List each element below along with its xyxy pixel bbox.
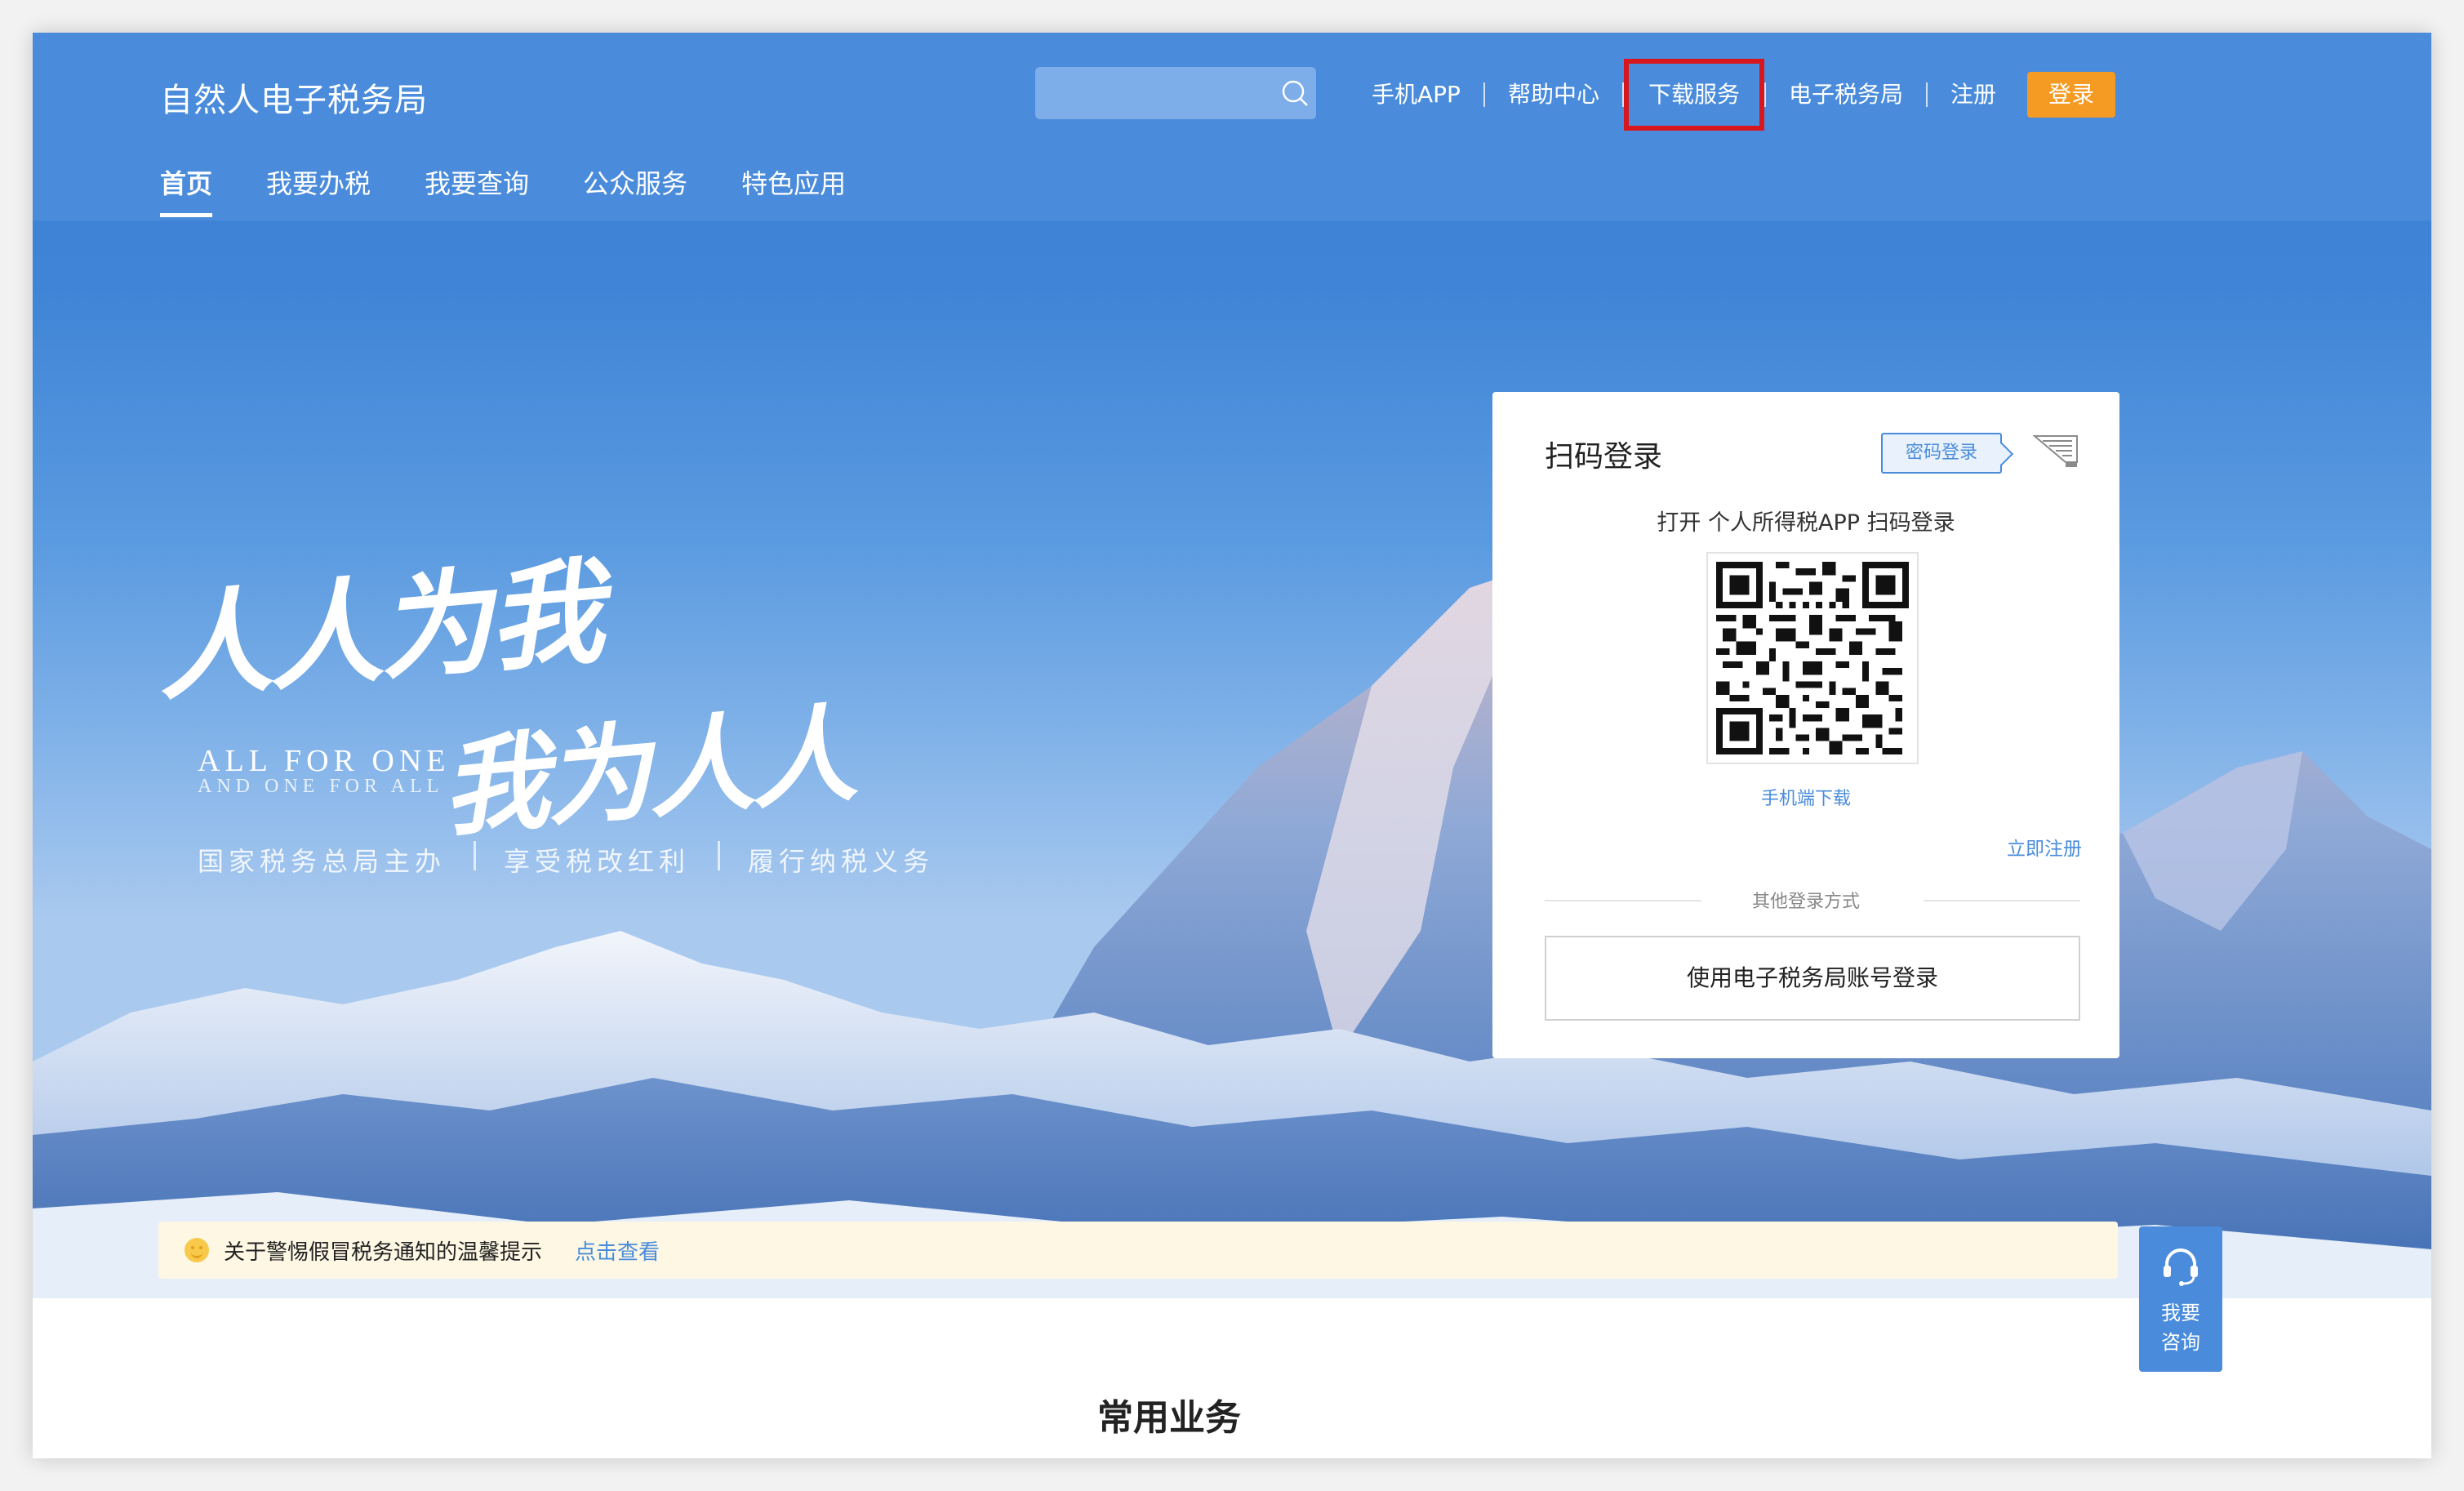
link-help-center[interactable]: 帮助中心 xyxy=(1485,69,1622,121)
divider xyxy=(718,841,721,870)
login-card: 扫码登录 密码登录 打开 个人所得税APP 扫码登录 手机端下载 立即注册 其他… xyxy=(1492,392,2119,1058)
slogan-sub-item: 享受税改红利 xyxy=(504,846,691,877)
browser-page: 人人为我 我为人人 ALL FOR ONE AND ONE FOR ALL 国家… xyxy=(33,33,2431,1458)
register-now-link[interactable]: 立即注册 xyxy=(2007,833,2082,861)
main-nav: 首页 我要办税 我要查询 公众服务 特色应用 xyxy=(160,163,900,217)
consult-label-line1: 我要 xyxy=(2161,1302,2200,1324)
app-download-link[interactable]: 手机端下载 xyxy=(1492,784,2119,810)
consult-label: 我要 咨询 xyxy=(2139,1298,2222,1357)
site-header: 自然人电子税务局 手机APP 帮助中心 下载服务 电子税务局 注册 登录 首页 … xyxy=(33,33,2431,220)
search-icon[interactable] xyxy=(1279,77,1311,109)
link-mobile-app[interactable]: 手机APP xyxy=(1349,69,1483,121)
slogan-sub-item: 国家税务总局主办 xyxy=(198,846,447,877)
tab-public-service[interactable]: 公众服务 xyxy=(583,163,687,216)
search-box xyxy=(1035,67,1316,119)
link-e-tax-bureau[interactable]: 电子税务局 xyxy=(1766,69,1926,121)
notice-bar: 关于警惕假冒税务通知的温馨提示 点击查看 xyxy=(158,1222,2118,1279)
slogan-english-line2: AND ONE FOR ALL xyxy=(198,776,444,797)
password-login-button[interactable]: 密码登录 xyxy=(1881,433,2002,474)
notice-text: 关于警惕假冒税务通知的温馨提示 xyxy=(224,1240,543,1265)
account-login-button[interactable]: 使用电子税务局账号登录 xyxy=(1545,936,2080,1021)
smile-icon xyxy=(185,1238,209,1262)
link-register[interactable]: 注册 xyxy=(1928,69,2019,121)
other-login-methods-label: 其他登录方式 xyxy=(1751,892,1860,912)
site-title[interactable]: 自然人电子税务局 xyxy=(160,73,428,121)
consult-label-line2: 咨询 xyxy=(2161,1331,2200,1354)
slogan-subline: 国家税务总局主办 享受税改红利 履行纳税义务 xyxy=(198,841,934,879)
section-title: 常用业务 xyxy=(1097,1397,1241,1439)
monitor-switch-icon[interactable] xyxy=(2032,433,2079,470)
slogan-sub-item: 履行纳税义务 xyxy=(748,846,935,877)
link-download-service[interactable]: 下载服务 xyxy=(1623,59,1764,131)
scan-hint: 打开 个人所得税APP 扫码登录 xyxy=(1657,510,1955,536)
consult-button[interactable]: 我要 咨询 xyxy=(2139,1226,2222,1372)
tab-home[interactable]: 首页 xyxy=(160,163,213,217)
search-input[interactable] xyxy=(1035,67,1316,119)
tab-tax-filing[interactable]: 我要办税 xyxy=(266,163,371,216)
tab-query[interactable]: 我要查询 xyxy=(425,163,529,216)
notice-view-link[interactable]: 点击查看 xyxy=(575,1235,660,1266)
divider xyxy=(474,841,477,870)
slogan-english-line1: ALL FOR ONE xyxy=(198,744,451,778)
card-title: 扫码登录 xyxy=(1545,440,1663,474)
login-button[interactable]: 登录 xyxy=(2027,72,2115,118)
tab-featured-apps[interactable]: 特色应用 xyxy=(741,163,846,216)
qr-code xyxy=(1706,552,1919,764)
top-links: 手机APP 帮助中心 下载服务 电子税务局 注册 登录 xyxy=(1349,59,2115,131)
headset-icon xyxy=(2159,1244,2203,1288)
